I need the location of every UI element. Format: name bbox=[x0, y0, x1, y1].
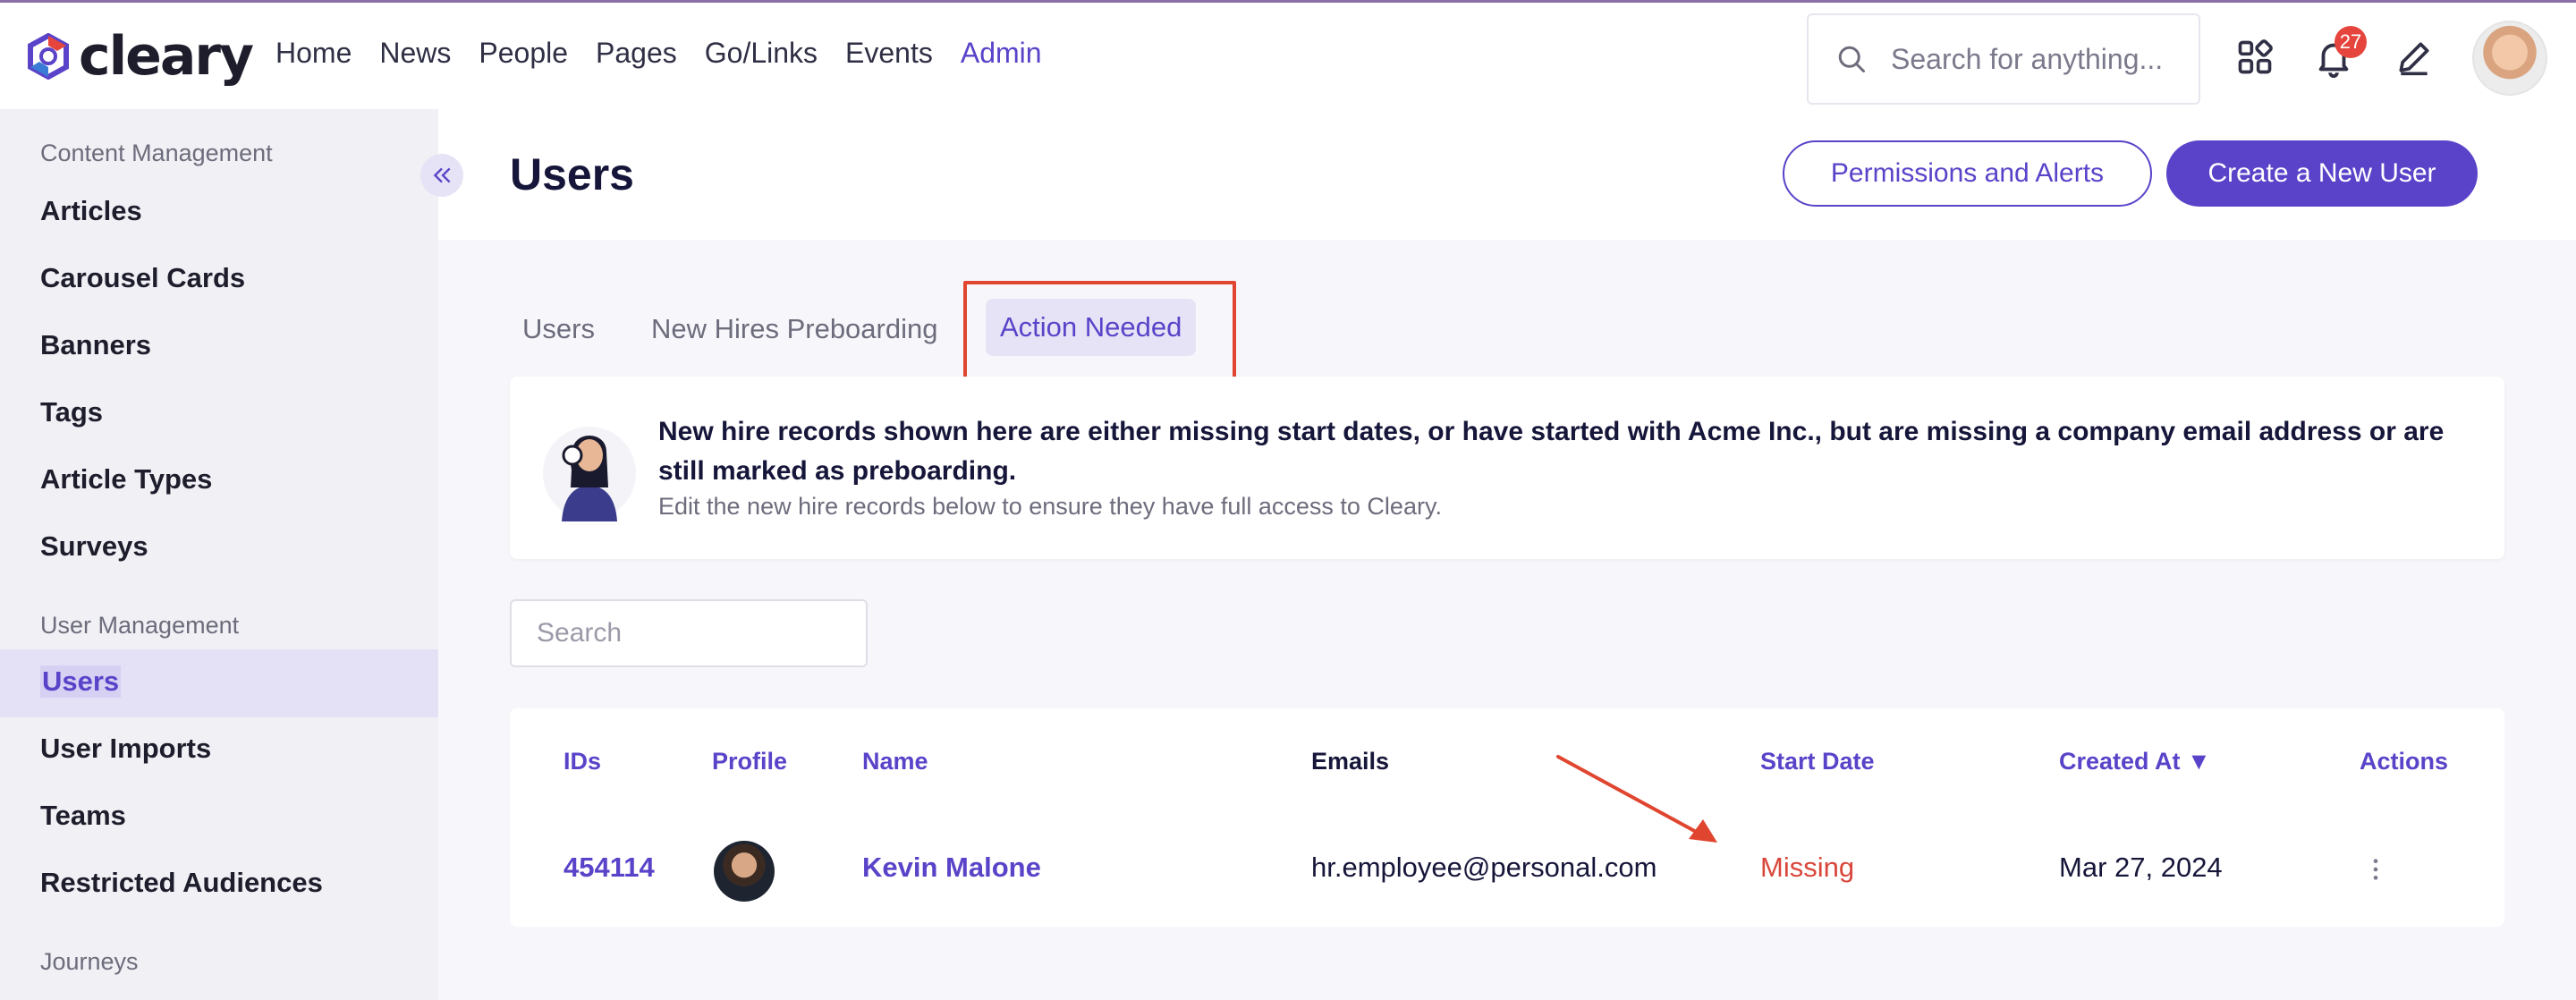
top-navigation-bar: cleary Home News People Pages Go/Links E… bbox=[0, 0, 2576, 109]
pencil-icon bbox=[2399, 42, 2429, 76]
user-id-link[interactable]: 454114 bbox=[564, 852, 655, 884]
magnifier-person-illustration bbox=[543, 427, 636, 521]
apps-button[interactable] bbox=[2233, 35, 2277, 80]
nav-admin[interactable]: Admin bbox=[961, 37, 1042, 70]
notification-count-badge: 27 bbox=[2334, 26, 2367, 58]
user-avatar[interactable] bbox=[2472, 21, 2547, 96]
sidebar-section-content-management: Content Management bbox=[40, 140, 273, 166]
double-chevron-left-icon bbox=[433, 167, 451, 183]
search-icon bbox=[1838, 46, 1865, 72]
sidebar-item-article-types[interactable]: Article Types bbox=[40, 463, 212, 496]
global-search[interactable] bbox=[1807, 13, 2200, 105]
sort-desc-icon: ▼ bbox=[2187, 748, 2211, 775]
sidebar-item-restricted-audiences[interactable]: Restricted Audiences bbox=[40, 867, 323, 899]
column-header-emails: Emails bbox=[1311, 748, 1390, 775]
annotation-highlight-box bbox=[963, 281, 1236, 385]
vertical-ellipsis-icon bbox=[2373, 859, 2378, 880]
sidebar-item-user-imports[interactable]: User Imports bbox=[40, 733, 211, 765]
main-nav: Home News People Pages Go/Links Events A… bbox=[275, 37, 1070, 70]
brand-name: cleary bbox=[79, 25, 254, 88]
page-title: Users bbox=[510, 149, 634, 199]
global-search-input[interactable] bbox=[1891, 42, 2177, 76]
create-new-user-button[interactable]: Create a New User bbox=[2166, 140, 2478, 207]
column-header-ids[interactable]: IDs bbox=[564, 748, 601, 775]
table-search-input[interactable] bbox=[510, 599, 868, 667]
user-created-at: Mar 27, 2024 bbox=[2059, 852, 2223, 883]
collapse-sidebar-button[interactable] bbox=[420, 154, 463, 197]
user-email: hr.employee@personal.com bbox=[1311, 852, 1657, 883]
permissions-and-alerts-button[interactable]: Permissions and Alerts bbox=[1783, 140, 2152, 207]
admin-sidebar: Content Management Articles Carousel Car… bbox=[0, 109, 438, 1000]
sidebar-item-articles[interactable]: Articles bbox=[40, 195, 142, 227]
tab-new-hires-preboarding[interactable]: New Hires Preboarding bbox=[651, 313, 937, 345]
user-profile-avatar[interactable] bbox=[714, 841, 775, 902]
notice-subtext: Edit the new hire records below to ensur… bbox=[658, 493, 1442, 520]
column-header-created-at-label: Created At bbox=[2059, 748, 2181, 775]
apps-grid-icon bbox=[2238, 39, 2273, 74]
cleary-logo-icon bbox=[28, 33, 69, 80]
nav-people[interactable]: People bbox=[479, 37, 568, 70]
nav-golinks[interactable]: Go/Links bbox=[705, 37, 818, 70]
sidebar-item-surveys[interactable]: Surveys bbox=[40, 530, 148, 563]
column-header-created-at[interactable]: Created At ▼ bbox=[2059, 748, 2211, 775]
sidebar-item-teams[interactable]: Teams bbox=[40, 800, 126, 832]
annotation-arrow bbox=[1556, 755, 1717, 843]
sidebar-item-users[interactable]: Users bbox=[40, 665, 122, 698]
column-header-start-date[interactable]: Start Date bbox=[1760, 748, 1875, 775]
sidebar-section-user-management: User Management bbox=[40, 612, 240, 639]
column-header-profile[interactable]: Profile bbox=[712, 748, 787, 775]
nav-events[interactable]: Events bbox=[845, 37, 933, 70]
action-needed-notice: New hire records shown here are either m… bbox=[510, 377, 2504, 559]
sidebar-item-tags[interactable]: Tags bbox=[40, 396, 103, 428]
column-header-name[interactable]: Name bbox=[862, 748, 928, 775]
user-start-date-missing: Missing bbox=[1760, 852, 1855, 883]
tab-users[interactable]: Users bbox=[522, 313, 595, 345]
nav-pages[interactable]: Pages bbox=[596, 37, 677, 70]
row-actions-button[interactable] bbox=[2370, 857, 2381, 886]
user-name-link[interactable]: Kevin Malone bbox=[862, 852, 1041, 884]
notifications-button[interactable]: 27 bbox=[2311, 26, 2367, 80]
notice-heading: New hire records shown here are either m… bbox=[658, 417, 2445, 486]
column-header-actions: Actions bbox=[2360, 748, 2449, 775]
cleary-logo[interactable]: cleary bbox=[25, 25, 254, 88]
nav-news[interactable]: News bbox=[379, 37, 451, 70]
sidebar-section-journeys: Journeys bbox=[40, 948, 139, 975]
sidebar-item-banners[interactable]: Banners bbox=[40, 329, 151, 361]
users-table: IDs Profile Name Emails Start Date Creat… bbox=[510, 708, 2504, 927]
sidebar-item-carousel-cards[interactable]: Carousel Cards bbox=[40, 262, 245, 294]
compose-button[interactable] bbox=[2392, 35, 2436, 80]
nav-home[interactable]: Home bbox=[275, 37, 352, 70]
